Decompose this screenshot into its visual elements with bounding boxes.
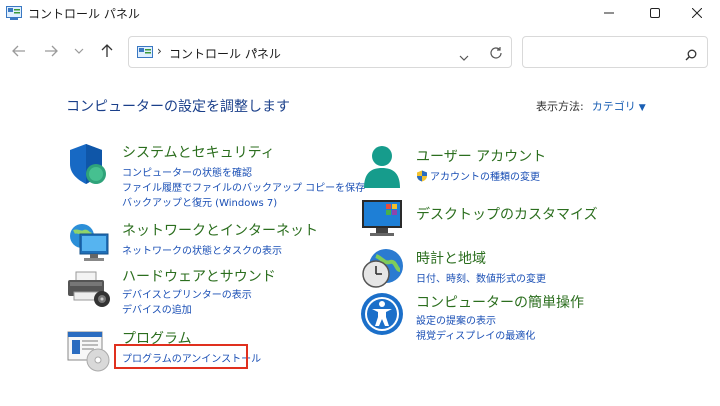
search-input[interactable]: [522, 36, 708, 68]
category-user-accounts: ユーザー アカウント アカウントの種類の変更: [360, 144, 660, 190]
link-optimize-display[interactable]: 視覚ディスプレイの最適化: [416, 327, 535, 342]
category-title[interactable]: 時計と地域: [416, 248, 486, 268]
accessibility-icon[interactable]: [360, 292, 404, 336]
network-globe-icon[interactable]: [66, 220, 110, 264]
link-date-time-format[interactable]: 日付、時刻、数値形式の変更: [416, 270, 546, 285]
clock-globe-icon[interactable]: [360, 246, 404, 290]
category-hardware-sound: ハードウェアとサウンド デバイスとプリンターの表示 デバイスの追加: [66, 266, 366, 322]
navigation-bar: › コントロール パネル ›: [0, 30, 720, 74]
recent-locations-button[interactable]: [68, 40, 90, 62]
category-title[interactable]: ネットワークとインターネット: [122, 220, 318, 240]
breadcrumb-control-panel[interactable]: コントロール パネル: [169, 45, 281, 62]
link-recommended-settings[interactable]: 設定の提案の表示: [416, 312, 496, 327]
arrow-right-icon: [45, 45, 58, 57]
maximize-icon: [650, 8, 660, 18]
up-button[interactable]: [96, 40, 118, 62]
refresh-button[interactable]: [489, 45, 503, 64]
close-button[interactable]: [674, 0, 720, 26]
printer-icon[interactable]: [66, 266, 110, 310]
user-account-icon[interactable]: [360, 144, 404, 188]
close-icon: [692, 8, 702, 18]
desktop-monitor-icon[interactable]: [360, 196, 404, 240]
chevron-down-icon: [459, 55, 469, 61]
link-file-history[interactable]: ファイル履歴でファイルのバックアップ コピーを保存: [122, 179, 365, 194]
window-title: コントロール パネル: [28, 7, 140, 21]
view-by-control: 表示方法: カテゴリ ▼: [536, 98, 646, 114]
programs-disc-icon[interactable]: [66, 328, 110, 372]
address-bar[interactable]: › コントロール パネル ›: [128, 36, 512, 68]
breadcrumb-separator[interactable]: ›: [253, 44, 258, 58]
link-backup-restore[interactable]: バックアップと復元 (Windows 7): [122, 194, 277, 209]
security-shield-icon[interactable]: [66, 142, 110, 186]
category-title[interactable]: ユーザー アカウント: [416, 146, 546, 166]
view-by-label: 表示方法:: [536, 100, 584, 113]
category-desktop-customization: デスクトップのカスタマイズ: [360, 196, 660, 236]
link-devices-printers[interactable]: デバイスとプリンターの表示: [122, 286, 252, 301]
highlight-box: [114, 344, 248, 369]
caret-down-icon[interactable]: ▼: [639, 103, 646, 113]
control-panel-icon: [6, 5, 22, 20]
uac-shield-icon: [417, 170, 427, 182]
category-title[interactable]: ハードウェアとサウンド: [122, 266, 276, 286]
category-title[interactable]: デスクトップのカスタマイズ: [416, 204, 598, 224]
category-title[interactable]: コンピューターの簡単操作: [416, 292, 584, 312]
title-bar: コントロール パネル: [0, 0, 720, 26]
search-icon[interactable]: [685, 46, 697, 65]
page-title: コンピューターの設定を調整します: [66, 99, 290, 115]
minimize-button[interactable]: [586, 0, 632, 26]
link-check-status[interactable]: コンピューターの状態を確認: [122, 164, 252, 179]
control-panel-icon: [137, 45, 153, 59]
maximize-button[interactable]: [632, 0, 678, 26]
arrow-up-icon: [101, 44, 113, 57]
view-by-dropdown[interactable]: カテゴリ: [592, 100, 636, 113]
address-dropdown-button[interactable]: [459, 47, 469, 66]
category-clock-region: 時計と地域 日付、時刻、数値形式の変更: [360, 246, 660, 292]
link-network-status[interactable]: ネットワークの状態とタスクの表示: [122, 242, 282, 257]
link-label[interactable]: アカウントの種類の変更: [430, 172, 540, 183]
forward-button[interactable]: [40, 40, 62, 62]
arrow-left-icon: [12, 45, 25, 57]
chevron-down-icon: [74, 48, 84, 54]
minimize-icon: [604, 12, 614, 14]
category-system-security: システムとセキュリティ コンピューターの状態を確認 ファイル履歴でファイルのバッ…: [66, 142, 366, 212]
refresh-icon: [490, 47, 502, 59]
link-change-account-type[interactable]: アカウントの種類の変更: [416, 168, 540, 183]
back-button[interactable]: [8, 40, 30, 62]
category-network-internet: ネットワークとインターネット ネットワークの状態とタスクの表示: [66, 220, 366, 266]
link-add-device[interactable]: デバイスの追加: [122, 301, 192, 316]
breadcrumb-separator[interactable]: ›: [157, 44, 162, 58]
category-title[interactable]: システムとセキュリティ: [122, 142, 275, 162]
category-ease-of-access: コンピューターの簡単操作 設定の提案の表示 視覚ディスプレイの最適化: [360, 292, 660, 342]
